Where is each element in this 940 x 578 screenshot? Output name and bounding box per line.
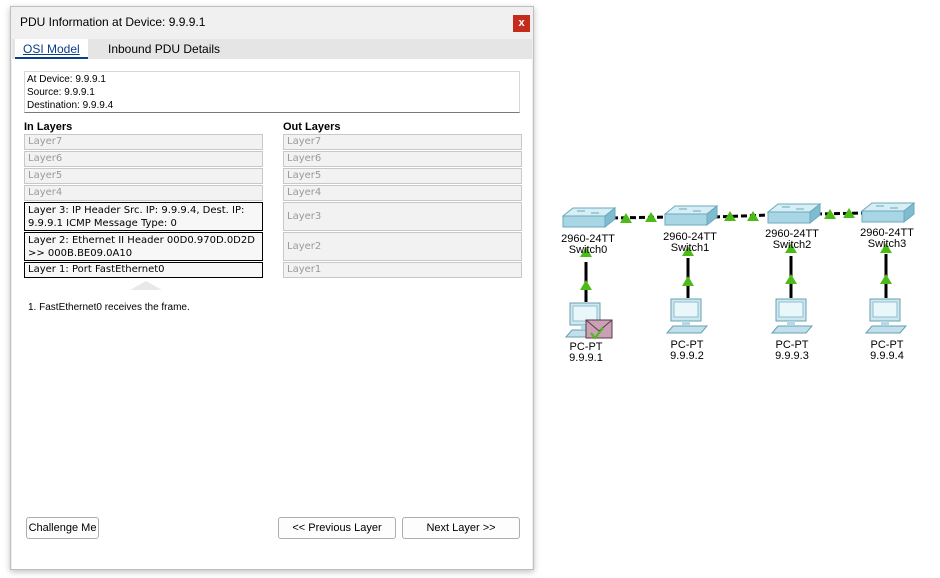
pc-icon[interactable] <box>666 298 708 334</box>
pc-icon[interactable] <box>771 298 813 334</box>
pc1-label: PC-PT 9.9.9.2 <box>657 340 717 362</box>
pc-ip-text: 9.9.9.4 <box>870 350 904 362</box>
switch-icon[interactable] <box>861 202 915 223</box>
pdu-envelope-icon[interactable] <box>585 319 613 340</box>
switch1-label: 2960-24TT Switch1 <box>658 232 722 254</box>
switch2-label: 2960-24TT Switch2 <box>760 229 824 251</box>
access-links <box>584 254 888 302</box>
pc3-label: PC-PT 9.9.9.4 <box>857 340 917 362</box>
switch-icon[interactable] <box>767 203 821 224</box>
switch-icon[interactable] <box>664 205 718 226</box>
switch-name-text: Switch3 <box>867 238 907 250</box>
pc2-label: PC-PT 9.9.9.3 <box>762 340 822 362</box>
switch0-label: 2960-24TT Switch0 <box>556 234 620 256</box>
switch-icon[interactable] <box>562 207 616 228</box>
pc-ip-text: 9.9.9.1 <box>569 352 603 364</box>
pc-ip-text: 9.9.9.3 <box>775 350 809 362</box>
pc-ip-text: 9.9.9.2 <box>670 350 704 362</box>
switch-name-text: Switch0 <box>568 244 608 256</box>
switch-name-text: Switch2 <box>772 239 812 251</box>
pc-icon[interactable] <box>865 298 907 334</box>
switch-name-text: Switch1 <box>670 242 710 254</box>
switch3-label: 2960-24TT Switch3 <box>855 228 919 250</box>
pc0-label: PC-PT 9.9.9.1 <box>556 342 616 364</box>
link-status-lights <box>580 208 892 290</box>
topology-canvas <box>562 202 915 340</box>
